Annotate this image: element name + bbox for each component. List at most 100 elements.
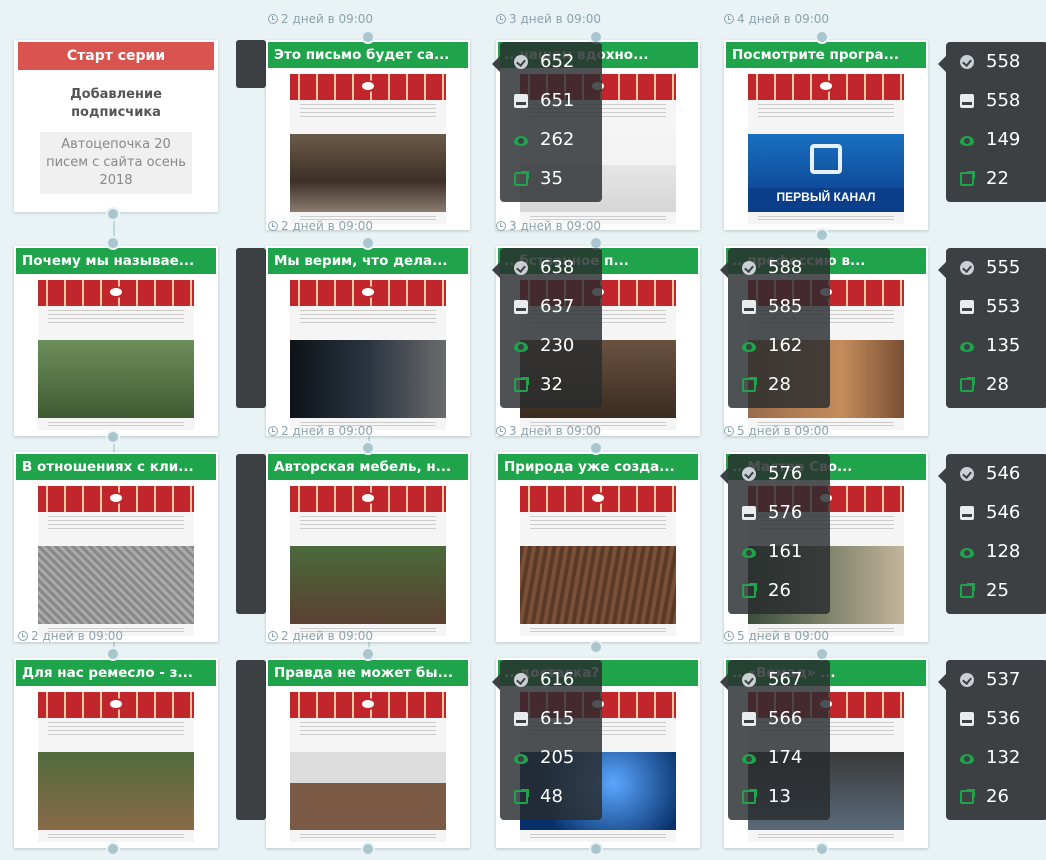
connection-dot[interactable]	[589, 441, 603, 455]
stat-clicked-value: 28	[986, 374, 1009, 395]
email-card[interactable]: Природа уже созда...	[496, 452, 700, 642]
stat-sent-value: 567	[768, 669, 803, 690]
wooden-chest-photo	[290, 134, 446, 212]
clock-icon	[268, 631, 278, 641]
delivered-icon	[514, 93, 528, 108]
collapsed-stats-panel[interactable]	[236, 248, 266, 408]
brand-logo-icon	[818, 80, 834, 92]
email-stats-panel[interactable]: 588 585 162 28	[720, 248, 830, 408]
email-stats-panel[interactable]: 567 566 174 13	[720, 660, 830, 820]
brand-logo-icon	[108, 698, 124, 710]
delay-label: 2 дней в 09:00	[268, 219, 373, 233]
email-card[interactable]: Для нас ремесло - з...	[14, 658, 218, 848]
stat-clicked: 32	[500, 365, 602, 404]
delay-label: 3 дней в 09:00	[496, 219, 601, 233]
email-card[interactable]: Мы верим, что дела...	[266, 246, 470, 436]
clicked-icon	[742, 582, 757, 598]
sent-icon	[960, 466, 974, 481]
clock-icon	[724, 14, 734, 24]
email-card[interactable]: Посмотрите програ... ПЕРВЫЙ КАНАЛ	[724, 40, 928, 230]
collapsed-stats-panel[interactable]	[236, 454, 266, 614]
connection-dot[interactable]	[106, 207, 120, 221]
stat-opened: 262	[500, 120, 602, 159]
connection-dot[interactable]	[815, 30, 829, 44]
connection-dot[interactable]	[589, 842, 603, 856]
opened-icon	[742, 753, 756, 764]
connection-dot[interactable]	[106, 236, 120, 250]
clock-icon	[496, 221, 506, 231]
email-stats-panel[interactable]: 616 615 205 48	[492, 660, 602, 820]
series-start-card[interactable]: Старт серии Добавление подписчика Автоце…	[14, 40, 218, 212]
stat-opened-value: 161	[768, 541, 803, 562]
email-preview	[520, 486, 676, 636]
opened-icon	[960, 135, 974, 146]
delay-label: 5 дней в 09:00	[724, 424, 829, 438]
preview-footer-lines	[48, 834, 184, 840]
email-card[interactable]: В отношениях с кли...	[14, 452, 218, 642]
stat-delivered-value: 576	[768, 502, 803, 523]
stat-opened: 162	[728, 326, 830, 365]
opened-icon	[742, 547, 756, 558]
email-card[interactable]: Авторская мебель, н...	[266, 452, 470, 642]
stat-clicked: 28	[728, 365, 830, 404]
stat-sent-value: 638	[540, 257, 575, 278]
clock-icon	[724, 631, 734, 641]
email-subject: Это письмо будет са...	[268, 42, 468, 68]
connection-dot[interactable]	[361, 236, 375, 250]
brand-logo-icon	[360, 286, 376, 298]
delivered-icon	[960, 505, 974, 520]
stat-delivered: 637	[500, 287, 602, 326]
email-stats-panel[interactable]: 638 637 230 32	[492, 248, 602, 408]
email-stats-panel[interactable]: 652 651 262 35	[492, 42, 602, 202]
email-stats-panel[interactable]: 558 558 149 22	[938, 42, 1046, 202]
email-card[interactable]: Это письмо будет са...	[266, 40, 470, 230]
stat-delivered: 576	[728, 493, 830, 532]
stat-opened-value: 132	[986, 747, 1021, 768]
stat-opened: 174	[728, 738, 830, 777]
collapsed-stats-panel[interactable]	[236, 660, 266, 820]
delivered-icon	[514, 299, 528, 314]
email-preview	[290, 486, 446, 636]
wood-grain-photo	[520, 546, 676, 624]
stat-opened-value: 174	[768, 747, 803, 768]
collapsed-stats-panel[interactable]	[236, 40, 266, 88]
opened-icon	[960, 753, 974, 764]
stat-clicked: 26	[946, 777, 1046, 816]
connection-dot[interactable]	[815, 842, 829, 856]
opened-icon	[514, 341, 528, 352]
sent-icon	[514, 54, 528, 69]
stat-clicked-value: 26	[768, 580, 791, 601]
stat-clicked: 13	[728, 777, 830, 816]
stat-opened-value: 149	[986, 129, 1021, 150]
sent-icon	[742, 466, 756, 481]
connection-dot[interactable]	[361, 842, 375, 856]
email-preview	[38, 692, 194, 842]
connection-dot[interactable]	[361, 647, 375, 661]
connection-dot[interactable]	[361, 441, 375, 455]
connection-dot[interactable]	[106, 647, 120, 661]
stat-opened-value: 135	[986, 335, 1021, 356]
connection-dot[interactable]	[106, 430, 120, 444]
email-stats-panel[interactable]: 546 546 128 25	[938, 454, 1046, 614]
preview-footer-lines	[758, 834, 894, 840]
stat-delivered-value: 615	[540, 708, 575, 729]
sent-icon	[514, 260, 528, 275]
connection-dot[interactable]	[815, 647, 829, 661]
stat-sent-value: 537	[986, 669, 1021, 690]
email-stats-panel[interactable]: 576 576 161 26	[720, 454, 830, 614]
email-stats-panel[interactable]: 555 553 135 28	[938, 248, 1046, 408]
sent-icon	[742, 260, 756, 275]
connection-dot[interactable]	[815, 228, 829, 242]
email-card[interactable]: Правда не может бы...	[266, 658, 470, 848]
connection-dot[interactable]	[589, 640, 603, 654]
stat-opened: 132	[946, 738, 1046, 777]
connection-dot[interactable]	[361, 30, 375, 44]
email-card[interactable]: Почему мы называе...	[14, 246, 218, 436]
opened-icon	[960, 547, 974, 558]
stat-clicked-value: 25	[986, 580, 1009, 601]
connection-dot[interactable]	[106, 842, 120, 856]
email-stats-panel[interactable]: 537 536 132 26	[938, 660, 1046, 820]
preview-text-lines	[300, 104, 436, 118]
clicked-icon	[960, 170, 975, 186]
garden-table-photo	[290, 546, 446, 624]
